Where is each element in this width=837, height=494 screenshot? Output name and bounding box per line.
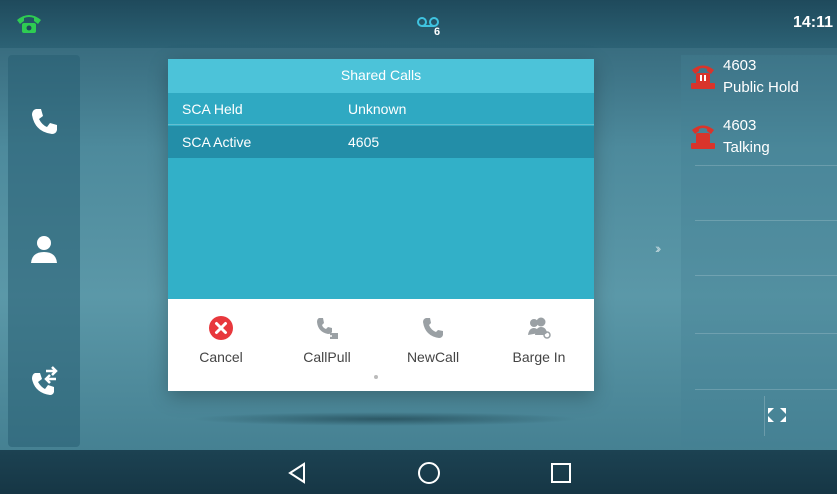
navigation-bar (0, 450, 837, 494)
recent-apps-icon[interactable] (548, 460, 574, 486)
line-key-1[interactable]: 4603 Public Hold (681, 55, 837, 109)
divider (695, 220, 837, 221)
shared-line-talking-icon (691, 125, 715, 149)
expand-icon[interactable] (765, 405, 789, 425)
callpull-label: CallPull (303, 349, 351, 365)
shared-calls-list: SCA Held Unknown SCA Active 4605 (168, 93, 594, 299)
callpull-button[interactable]: CallPull (274, 315, 380, 379)
dialog-shadow (190, 412, 580, 426)
divider (695, 275, 837, 276)
shared-line-hold-icon (691, 65, 715, 89)
voicemail-count: 6 (434, 26, 441, 38)
line-number: 4603 (723, 117, 757, 134)
line-keys-panel: 4603 Public Hold 4603 Talking (681, 55, 837, 447)
divider (695, 165, 837, 166)
shared-calls-dialog: Shared Calls SCA Held Unknown SCA Active… (168, 59, 594, 391)
cancel-label: Cancel (199, 349, 243, 365)
newcall-button[interactable]: NewCall (380, 315, 486, 379)
newcall-icon (423, 318, 443, 338)
phone-call-icon[interactable] (26, 103, 62, 139)
list-item-selected[interactable]: SCA Active 4605 (168, 126, 594, 158)
row-value: 4605 (348, 134, 380, 150)
left-dock (8, 55, 80, 447)
row-value: Unknown (348, 101, 407, 117)
line-status: Talking (723, 139, 770, 156)
home-icon[interactable] (416, 460, 442, 486)
callpull-icon (317, 318, 338, 339)
divider (695, 333, 837, 334)
handset-icon[interactable] (14, 10, 44, 36)
contact-icon[interactable] (26, 231, 62, 267)
row-label: SCA Held (182, 101, 243, 117)
barge-in-label: Barge In (512, 349, 566, 365)
call-history-icon[interactable] (26, 365, 62, 401)
expand-hint-icon: ›› (655, 240, 662, 256)
softkey-bar: Cancel CallPull NewCall Barge In (168, 299, 594, 391)
newcall-label: NewCall (406, 349, 460, 365)
cancel-icon (209, 316, 233, 340)
line-number: 4603 (723, 57, 757, 74)
clock: 14:11 (792, 14, 833, 31)
back-icon[interactable] (284, 460, 310, 486)
cancel-button[interactable]: Cancel (168, 315, 274, 379)
barge-in-button[interactable]: Barge In (486, 315, 592, 379)
barge-in-icon (528, 317, 551, 339)
line-key-2[interactable]: 4603 Talking (681, 115, 837, 169)
line-status: Public Hold (723, 79, 799, 96)
dialog-title: Shared Calls (168, 59, 594, 93)
divider (695, 389, 837, 390)
page-indicator (374, 375, 378, 379)
row-label: SCA Active (182, 134, 252, 150)
status-bar: 6 14:11 (0, 0, 837, 48)
list-item[interactable]: SCA Held Unknown (168, 93, 594, 125)
